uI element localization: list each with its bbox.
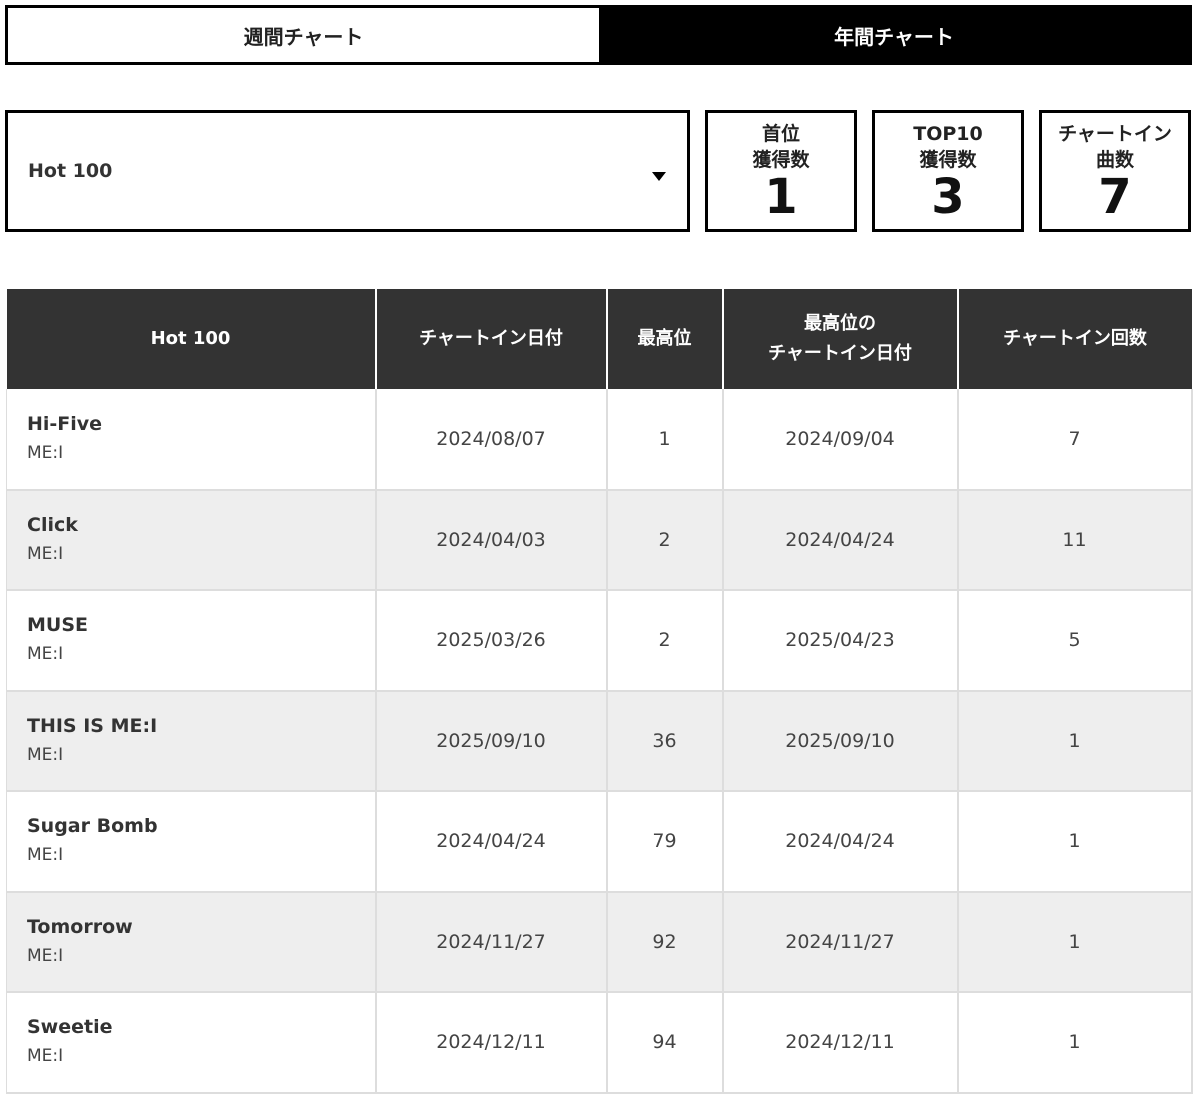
table-row[interactable]: Sugar Bomb ME:I 2024/04/24 79 2024/04/24 1 [6, 791, 1193, 893]
peak-position-cell: 36 [606, 690, 724, 792]
song-artist[interactable]: ME:I [27, 941, 375, 971]
peak-date-cell: 2025/09/10 [722, 690, 959, 792]
peak-position-cell: 2 [606, 489, 724, 591]
chart-in-count-cell: 5 [957, 590, 1193, 692]
caret-down-icon [652, 172, 666, 181]
song-cell[interactable]: MUSE ME:I [6, 590, 377, 692]
song-title[interactable]: Sweetie [27, 1013, 375, 1041]
table-row[interactable]: Sweetie ME:I 2024/12/11 94 2024/12/11 1 [6, 992, 1193, 1094]
peak-date-cell: 2024/12/11 [722, 992, 959, 1094]
stat-value: 1 [764, 169, 798, 225]
header-chart-in-count: チャートイン回数 [957, 289, 1192, 389]
chart-in-count-cell: 1 [957, 791, 1193, 893]
song-title[interactable]: Hi-Five [27, 410, 375, 438]
chart-in-date-cell: 2024/04/03 [375, 489, 608, 591]
stat-value: 7 [1098, 169, 1132, 225]
stat-label: チャートイン 曲数 [1058, 123, 1172, 171]
tab-yearly-chart[interactable]: 年間チャート [599, 8, 1189, 62]
stat-number-one-count: 首位 獲得数 1 [705, 110, 857, 232]
song-title[interactable]: Click [27, 511, 375, 539]
chart-in-date-cell: 2024/12/11 [375, 992, 608, 1094]
chart-page: 週間チャート 年間チャート Hot 100 首位 獲得数 1 TOP10 獲得数… [0, 0, 1200, 1100]
table-row[interactable]: Click ME:I 2024/04/03 2 2024/04/24 11 [6, 489, 1193, 591]
stat-label: TOP10 獲得数 [913, 123, 983, 171]
song-title[interactable]: THIS IS ME:I [27, 712, 375, 740]
table-row[interactable]: MUSE ME:I 2025/03/26 2 2025/04/23 5 [6, 590, 1193, 692]
song-title[interactable]: Sugar Bomb [27, 812, 375, 840]
chart-in-count-cell: 7 [957, 389, 1193, 491]
chart-in-date-cell: 2025/09/10 [375, 690, 608, 792]
peak-position-cell: 92 [606, 891, 724, 993]
table-header-row: Hot 100 チャートイン日付 最高位 最高位の チャートイン日付 チャートイ… [6, 289, 1192, 389]
header-chart-in-date: チャートイン日付 [375, 289, 608, 389]
stat-chart-in-songs: チャートイン 曲数 7 [1039, 110, 1191, 232]
header-peak-position: 最高位 [606, 289, 724, 389]
table-row[interactable]: Tomorrow ME:I 2024/11/27 92 2024/11/27 1 [6, 891, 1193, 993]
song-cell[interactable]: Sugar Bomb ME:I [6, 791, 377, 893]
chart-in-count-cell: 1 [957, 891, 1193, 993]
table-body: Hi-Five ME:I 2024/08/07 1 2024/09/04 7 Click ME… [6, 389, 1193, 1094]
song-artist[interactable]: ME:I [27, 740, 375, 770]
song-cell[interactable]: THIS IS ME:I ME:I [6, 690, 377, 792]
song-artist[interactable]: ME:I [27, 840, 375, 870]
table-row[interactable]: THIS IS ME:I ME:I 2025/09/10 36 2025/09/10 1 [6, 690, 1193, 792]
tab-weekly-chart[interactable]: 週間チャート [8, 8, 599, 62]
song-artist[interactable]: ME:I [27, 639, 375, 669]
song-title[interactable]: MUSE [27, 611, 375, 639]
chart-select-value: Hot 100 [28, 160, 113, 182]
song-title[interactable]: Tomorrow [27, 913, 375, 941]
song-artist[interactable]: ME:I [27, 539, 375, 569]
peak-date-cell: 2024/04/24 [722, 489, 959, 591]
song-cell[interactable]: Sweetie ME:I [6, 992, 377, 1094]
song-cell[interactable]: Hi-Five ME:I [6, 389, 377, 491]
peak-position-cell: 2 [606, 590, 724, 692]
song-artist[interactable]: ME:I [27, 1041, 375, 1071]
peak-date-cell: 2024/11/27 [722, 891, 959, 993]
peak-position-cell: 94 [606, 992, 724, 1094]
peak-date-cell: 2025/04/23 [722, 590, 959, 692]
table-row[interactable]: Hi-Five ME:I 2024/08/07 1 2024/09/04 7 [6, 389, 1193, 491]
chart-in-date-cell: 2024/11/27 [375, 891, 608, 993]
header-chart-name: Hot 100 [6, 289, 377, 389]
stat-label: 首位 獲得数 [752, 123, 810, 171]
chart-select[interactable]: Hot 100 [5, 110, 690, 232]
song-cell[interactable]: Tomorrow ME:I [6, 891, 377, 993]
peak-position-cell: 79 [606, 791, 724, 893]
stat-value: 3 [931, 169, 965, 225]
peak-date-cell: 2024/04/24 [722, 791, 959, 893]
chart-in-count-cell: 11 [957, 489, 1193, 591]
chart-in-date-cell: 2024/08/07 [375, 389, 608, 491]
chart-period-tabs: 週間チャート 年間チャート [5, 5, 1192, 65]
header-peak-date: 最高位の チャートイン日付 [722, 289, 959, 389]
song-cell[interactable]: Click ME:I [6, 489, 377, 591]
song-artist[interactable]: ME:I [27, 438, 375, 468]
chart-history-table: Hot 100 チャートイン日付 最高位 最高位の チャートイン日付 チャートイ… [6, 289, 1193, 1094]
chart-in-count-cell: 1 [957, 992, 1193, 1094]
peak-date-cell: 2024/09/04 [722, 389, 959, 491]
stat-top10-count: TOP10 獲得数 3 [872, 110, 1024, 232]
chart-in-date-cell: 2024/04/24 [375, 791, 608, 893]
chart-in-date-cell: 2025/03/26 [375, 590, 608, 692]
peak-position-cell: 1 [606, 389, 724, 491]
chart-in-count-cell: 1 [957, 690, 1193, 792]
